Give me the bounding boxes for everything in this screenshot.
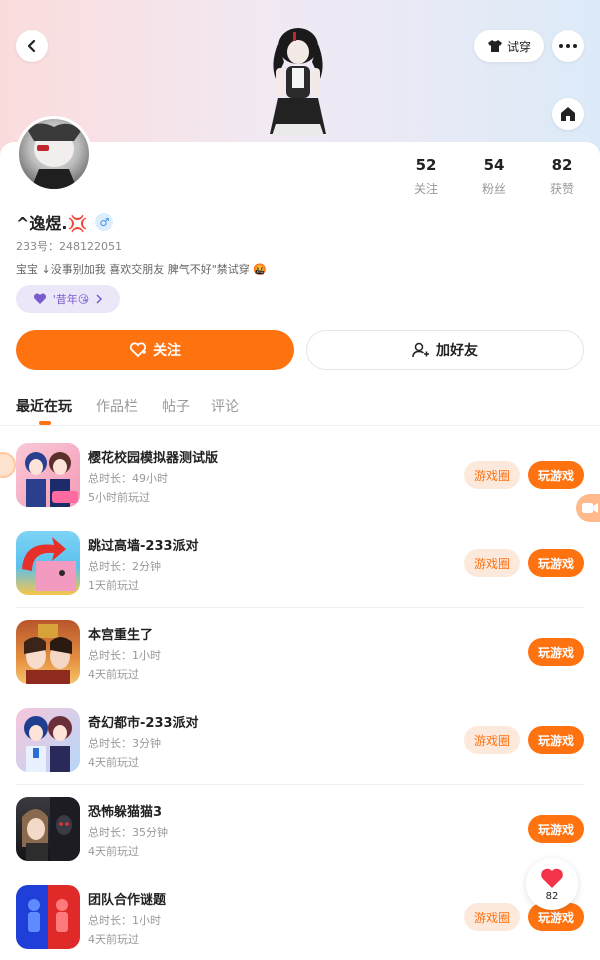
game-icon (16, 797, 80, 861)
heart-icon (541, 868, 563, 888)
list-divider (16, 607, 584, 608)
add-friend-label: 加好友 (436, 343, 478, 359)
stat-following[interactable]: 52 关注 (396, 156, 456, 197)
play-game-button[interactable]: 玩游戏 (528, 549, 584, 577)
back-button[interactable] (16, 30, 48, 62)
home-icon (561, 107, 575, 121)
game-last-played: 5小时前玩过 (88, 491, 150, 504)
more-button[interactable] (552, 30, 584, 62)
list-divider (16, 784, 584, 785)
play-game-button[interactable]: 玩游戏 (528, 726, 584, 754)
stat-fans-count: 54 (483, 156, 505, 174)
like-fab-button[interactable]: 82 (526, 858, 578, 910)
avatar[interactable] (16, 116, 92, 192)
game-list-item[interactable]: 樱花校园模拟器测试版 总时长：49小时 5小时前玩过 游戏圈 玩游戏 (0, 443, 600, 531)
game-icon (16, 885, 80, 949)
game-last-played: 4天前玩过 (88, 845, 139, 858)
game-duration: 总时长：49小时 (88, 472, 168, 485)
tab-works[interactable]: 作品栏 (96, 396, 138, 416)
game-title: 团队合作谜题 (88, 893, 167, 908)
game-duration: 总时长：1小时 (88, 914, 161, 927)
chevron-right-icon (96, 294, 103, 304)
like-count: 82 (545, 890, 559, 902)
game-title: 本宫重生了 (88, 628, 154, 643)
play-game-button[interactable]: 玩游戏 (528, 815, 584, 843)
game-duration: 总时长：3分钟 (88, 737, 161, 750)
floating-video-button[interactable] (576, 494, 600, 522)
gender-male-icon: ♂ (95, 213, 114, 231)
heart-plus-icon (129, 342, 147, 358)
tab-comments[interactable]: 评论 (211, 396, 239, 416)
game-list-item[interactable]: 奇幻都市-233派对 总时长：3分钟 4天前玩过 游戏圈 玩游戏 (0, 708, 600, 796)
home-button[interactable] (552, 98, 584, 130)
stat-fans-label: 粉丝 (481, 182, 506, 196)
play-game-button[interactable]: 玩游戏 (528, 638, 584, 666)
game-title: 奇幻都市-233派对 (88, 716, 199, 731)
game-title: 跳过高墙-233派对 (88, 539, 199, 554)
game-duration: 总时长：35分钟 (88, 826, 168, 839)
avatar-3d-figure (262, 24, 334, 144)
game-icon (16, 531, 80, 595)
game-icon (16, 708, 80, 772)
stat-likes[interactable]: 82 获赞 (532, 156, 592, 197)
content-tabs: 最近在玩 作品栏 帖子 评论 (0, 382, 600, 426)
game-last-played: 4天前玩过 (88, 756, 139, 769)
more-dots-icon (559, 44, 577, 48)
game-circle-button[interactable]: 游戏圈 (464, 726, 520, 754)
game-circle-button[interactable]: 游戏圈 (464, 549, 520, 577)
profile-tag-chip[interactable]: '昔年😘 (16, 285, 120, 313)
try-on-button[interactable]: 试穿 (474, 30, 544, 62)
bio: 宝宝 ↓没事别加我 喜欢交朋友 脾气不好"禁试穿 🤬 (16, 263, 267, 276)
tab-recently-played[interactable]: 最近在玩 (16, 396, 72, 416)
game-circle-button[interactable]: 游戏圈 (464, 903, 520, 931)
tab-indicator (39, 421, 51, 425)
stat-following-label: 关注 (413, 182, 438, 196)
add-user-icon (412, 342, 429, 358)
nickname-text: ^逸煜.💢 (16, 214, 88, 233)
play-game-button[interactable]: 玩游戏 (528, 461, 584, 489)
tshirt-icon (487, 40, 502, 52)
game-last-played: 1天前玩过 (88, 579, 139, 592)
game-duration: 总时长：2分钟 (88, 560, 161, 573)
video-camera-icon (582, 503, 598, 513)
stat-fans[interactable]: 54 粉丝 (464, 156, 524, 197)
purple-heart-icon (33, 293, 46, 304)
profile-tag-label: '昔年😘 (52, 293, 90, 306)
game-last-played: 4天前玩过 (88, 933, 139, 946)
try-on-label: 试穿 (506, 39, 531, 54)
stat-following-count: 52 (415, 156, 437, 174)
add-friend-button[interactable]: 加好友 (306, 330, 584, 370)
follow-label: 关注 (153, 343, 181, 359)
game-list-item[interactable]: 跳过高墙-233派对 总时长：2分钟 1天前玩过 游戏圈 玩游戏 (0, 531, 600, 619)
game-icon (16, 443, 80, 507)
game-duration: 总时长：1小时 (88, 649, 161, 662)
game-title: 樱花校园模拟器测试版 (88, 451, 219, 466)
stat-likes-label: 获赞 (549, 182, 574, 196)
chevron-left-icon (27, 39, 36, 53)
stat-likes-count: 82 (551, 156, 573, 174)
game-icon (16, 620, 80, 684)
tab-posts[interactable]: 帖子 (162, 396, 190, 416)
game-list-item[interactable]: 本宫重生了 总时长：1小时 4天前玩过 玩游戏 (0, 620, 600, 708)
follow-button[interactable]: 关注 (16, 330, 294, 370)
game-list-item[interactable]: 团队合作谜题 总时长：1小时 4天前玩过 游戏圈 玩游戏 (0, 885, 600, 960)
game-title: 恐怖躲猫猫3 (88, 805, 163, 820)
game-list-item[interactable]: 恐怖躲猫猫3 总时长：35分钟 4天前玩过 玩游戏 (0, 797, 600, 885)
user-id[interactable]: 233号：248122051 (16, 238, 122, 254)
game-last-played: 4天前玩过 (88, 668, 139, 681)
nickname: ^逸煜.💢 ♂ (16, 210, 114, 234)
game-circle-button[interactable]: 游戏圈 (464, 461, 520, 489)
